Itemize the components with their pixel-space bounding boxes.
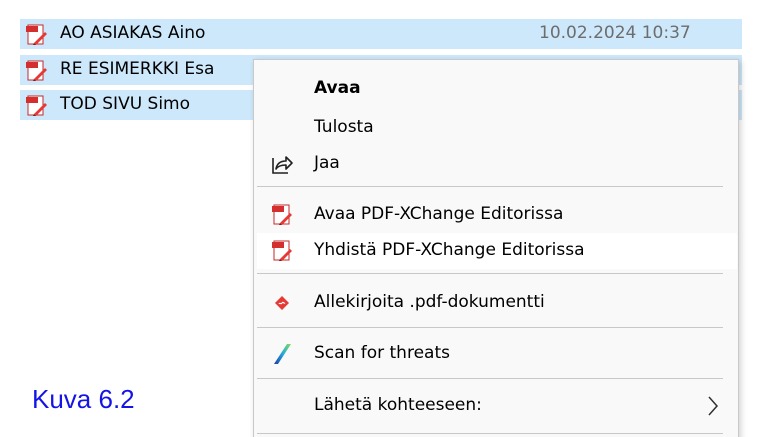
menu-item-open-pdfxchange[interactable]: Avaa PDF-XChange Editorissa <box>254 197 738 233</box>
antivirus-icon <box>274 344 291 364</box>
menu-item-merge-pdfxchange[interactable]: Yhdistä PDF-XChange Editorissa <box>257 233 737 269</box>
file-name: RE ESIMERKKI Esa <box>60 59 215 79</box>
menu-item-label: Yhdistä PDF-XChange Editorissa <box>314 240 585 260</box>
pdf-file-icon <box>26 24 47 45</box>
menu-item-label: Scan for threats <box>314 343 450 363</box>
menu-item-label: Tulosta <box>314 117 374 137</box>
menu-item-send-to[interactable]: Lähetä kohteeseen: <box>254 388 738 424</box>
pdf-file-icon <box>26 95 47 116</box>
screen: AO ASIAKAS Aino 10.02.2024 10:37 RE ESIM… <box>0 0 760 437</box>
menu-item-label: Allekirjoita .pdf-dokumentti <box>314 292 545 312</box>
menu-separator <box>257 433 723 434</box>
menu-item-share[interactable]: Jaa <box>254 146 738 182</box>
file-name: TOD SIVU Simo <box>60 94 191 114</box>
menu-separator <box>257 186 723 187</box>
figure-caption: Kuva 6.2 <box>32 384 135 414</box>
sign-icon <box>275 296 289 310</box>
menu-item-scan-threats[interactable]: Scan for threats <box>254 336 738 372</box>
menu-item-sign-pdf[interactable]: Allekirjoita .pdf-dokumentti <box>254 285 738 321</box>
menu-separator <box>257 378 723 379</box>
file-date: 10.02.2024 10:37 <box>539 23 691 43</box>
pdf-xchange-icon <box>272 204 292 225</box>
menu-item-open[interactable]: Avaa <box>254 71 738 107</box>
file-row[interactable]: AO ASIAKAS Aino 10.02.2024 10:37 <box>20 19 742 49</box>
menu-item-label: Avaa PDF-XChange Editorissa <box>314 204 564 224</box>
context-menu: Avaa Tulosta Jaa Avaa PDF-XChange Editor… <box>253 59 739 437</box>
menu-item-label: Avaa <box>314 78 361 98</box>
menu-item-print[interactable]: Tulosta <box>254 110 738 146</box>
menu-item-label: Jaa <box>314 153 340 173</box>
pdf-xchange-icon <box>272 240 292 261</box>
menu-item-label: Lähetä kohteeseen: <box>314 395 482 415</box>
menu-separator <box>257 273 723 274</box>
share-icon <box>272 156 293 174</box>
chevron-right-icon <box>708 396 719 416</box>
file-name: AO ASIAKAS Aino <box>60 23 206 43</box>
menu-separator <box>257 327 723 328</box>
pdf-file-icon <box>26 60 47 81</box>
